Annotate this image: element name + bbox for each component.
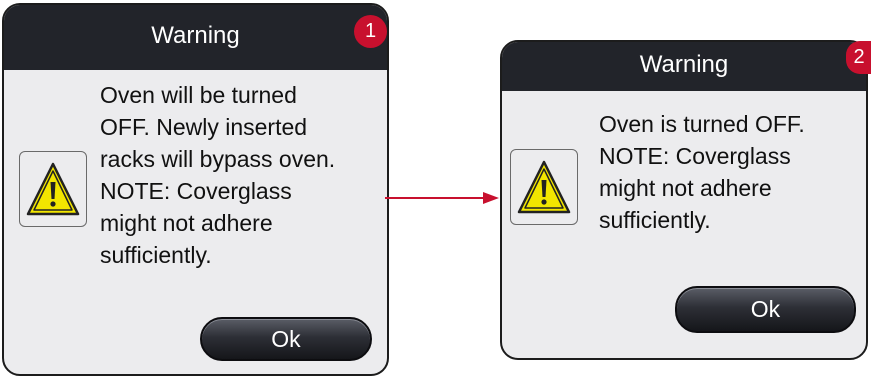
- warning-dialog-2: Warning Oven is turned OFF. NOTE: Coverg…: [500, 40, 868, 360]
- ok-button[interactable]: Ok: [675, 286, 856, 333]
- transition-arrow: [385, 192, 499, 204]
- warning-dialog-1: Warning Oven will be turned OFF. Newly i…: [2, 3, 389, 376]
- callout-number-2: 2: [846, 41, 871, 74]
- ok-button[interactable]: Ok: [200, 317, 372, 361]
- dialog-message: Oven will be turned OFF. Newly inserted …: [100, 82, 336, 268]
- dialog-title: Warning: [639, 50, 729, 78]
- warning-triangle-icon: [19, 151, 87, 227]
- dialog-title-bar: Warning: [4, 5, 387, 70]
- dialog-message: Oven is turned OFF. NOTE: Coverglass mig…: [599, 111, 805, 233]
- warning-triangle-icon: [510, 149, 578, 225]
- dialog-title-bar: Warning: [502, 42, 866, 91]
- callout-number-1: 1: [354, 15, 387, 48]
- dialog-title: Warning: [151, 21, 240, 49]
